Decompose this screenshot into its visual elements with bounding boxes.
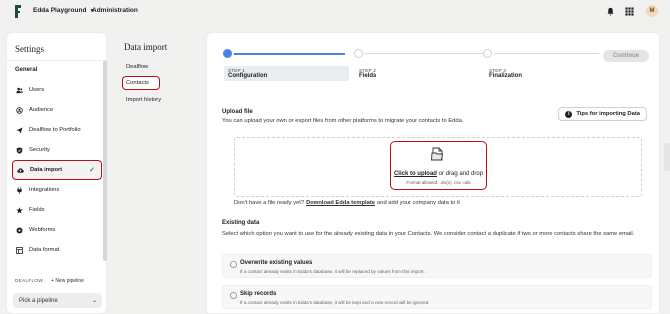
skip-records-radio[interactable] — [230, 292, 237, 299]
tips-label: Tips for importing Data — [576, 111, 640, 117]
pipeline-select-value: Pick a pipeline — [19, 297, 58, 304]
grid-icon[interactable] — [624, 6, 634, 16]
pipeline-select[interactable]: Pick a pipeline ⌄ — [13, 293, 102, 308]
shield-icon — [16, 146, 23, 154]
template-row: Don't have a file ready yet? Download Ed… — [234, 200, 460, 206]
download-template-link[interactable]: Download Edda template — [306, 200, 375, 206]
step-3-progress-line — [494, 53, 599, 54]
step-2-progress-line — [365, 53, 483, 54]
pipeline-section-header: DEALFLOW — [15, 279, 43, 284]
drag-drop-label: or drag and drop — [438, 171, 484, 177]
avatar[interactable]: M — [646, 5, 658, 17]
edda-logo-icon[interactable] — [14, 5, 22, 18]
dropzone-text: Click to upload or drag and drop — [393, 171, 484, 177]
option-skip-records[interactable]: Skip records If a contact already exists… — [222, 285, 652, 309]
option-description: If a contact already exists in Edda's da… — [240, 300, 430, 305]
sidebar-item-label: Integrations — [29, 187, 60, 193]
upload-file-title: Upload file — [222, 109, 253, 115]
option-description: If a contact already exists in Edda's da… — [240, 269, 425, 274]
fields-icon — [16, 206, 23, 214]
import-main-panel: STEP 1 Configuration STEP 2 Fields STEP … — [206, 32, 660, 314]
template-suffix: and add your company data to it — [377, 200, 460, 206]
chevron-down-icon: ⌄ — [91, 298, 97, 304]
send-icon — [16, 126, 23, 134]
sidebar-item-label: Data format — [29, 247, 60, 253]
audience-icon — [16, 106, 23, 114]
bell-icon[interactable] — [605, 6, 615, 16]
section-title: Administration — [92, 7, 138, 14]
sidebar-item-webforms[interactable]: Webforms — [12, 220, 102, 240]
sidebar-item-label: Security — [29, 147, 50, 153]
overwrite-radio[interactable] — [230, 261, 237, 268]
step-1-progress-line — [234, 53, 345, 55]
subnav-item-import-history[interactable]: Import history — [122, 93, 161, 107]
checkmark-icon: ✓ — [89, 167, 95, 174]
step-name: Fields — [359, 73, 377, 79]
sidebar-item-label: Webforms — [29, 227, 56, 233]
data-format-icon — [16, 246, 23, 254]
cloud-upload-icon — [17, 167, 24, 174]
step-name: Configuration — [228, 73, 268, 79]
sidebar-item-integrations[interactable]: Integrations — [12, 180, 102, 200]
sidebar-item-label: Fields — [29, 207, 45, 213]
sidebar-item-fields[interactable]: Fields — [12, 200, 102, 220]
sidebar-item-users[interactable]: Users — [12, 80, 102, 100]
sidebar-item-audience[interactable]: Audience — [12, 100, 102, 120]
workspace-name: Edda Playground — [33, 7, 87, 14]
upload-file-description: You can upload your own or export files … — [222, 118, 464, 124]
data-import-nav: Data import Dealflow Contacts Import his… — [118, 32, 197, 314]
option-overwrite[interactable]: Overwrite existing values If a contact a… — [222, 254, 652, 278]
step-3: STEP 3 Finalization — [485, 66, 610, 81]
sidebar-item-label: Audience — [29, 107, 54, 113]
option-title: Skip records — [240, 291, 277, 297]
workspace-switcher[interactable]: Edda Playground ▼ — [33, 7, 94, 14]
settings-title: Settings — [15, 44, 45, 54]
existing-data-description: Select which option you want to use for … — [222, 231, 635, 237]
sidebar-item-label: Users — [29, 87, 45, 93]
click-to-upload-link[interactable]: Click to upload — [394, 171, 437, 177]
webforms-icon — [16, 227, 23, 234]
step-2-indicator — [354, 49, 363, 58]
info-icon: i — [565, 110, 573, 118]
template-prefix: Don't have a file ready yet? — [234, 200, 305, 206]
new-pipeline-button[interactable]: + New pipeline — [51, 278, 84, 284]
format-allowed: Format allowed: .xls(x) .csv .ods — [406, 180, 471, 185]
sidebar-item-label: Dealflow to Portfolio — [29, 127, 81, 133]
step-1: STEP 1 Configuration — [224, 66, 349, 81]
users-icon — [16, 87, 23, 94]
data-import-title: Data import — [124, 42, 168, 52]
subnav-item-contacts[interactable]: Contacts — [122, 76, 160, 90]
option-title: Overwrite existing values — [240, 260, 313, 266]
settings-group-general: General — [15, 67, 38, 73]
sidebar-item-security[interactable]: Security — [12, 140, 102, 160]
sidebar-scrollbar[interactable] — [103, 61, 107, 261]
sidebar-item-dealflow-to-portfolio[interactable]: Dealflow to Portfolio — [12, 120, 102, 140]
divider — [7, 60, 106, 61]
existing-data-title: Existing data — [222, 220, 260, 226]
tips-button[interactable]: i Tips for importing Data — [558, 107, 647, 121]
subnav-item-dealflow[interactable]: Dealflow — [122, 60, 148, 74]
side-panel-handle[interactable] — [664, 143, 670, 171]
step-1-indicator — [223, 49, 232, 58]
new-pipeline-label: New pipeline — [55, 278, 84, 284]
settings-sidebar: Settings General Users Audience Dealflow… — [6, 32, 107, 314]
step-3-indicator — [483, 49, 492, 58]
top-bar: Edda Playground ▼ Administration M — [0, 0, 670, 24]
step-2: STEP 2 Fields — [355, 66, 480, 81]
step-name: Finalization — [489, 73, 522, 79]
sidebar-item-data-format[interactable]: Data format — [12, 240, 102, 260]
integrations-icon — [16, 186, 23, 194]
file-icon — [431, 147, 444, 161]
sidebar-item-label: Data import — [30, 167, 63, 173]
continue-button[interactable]: Continue — [603, 50, 649, 62]
sidebar-item-data-import[interactable]: Data import ✓ — [12, 160, 102, 180]
